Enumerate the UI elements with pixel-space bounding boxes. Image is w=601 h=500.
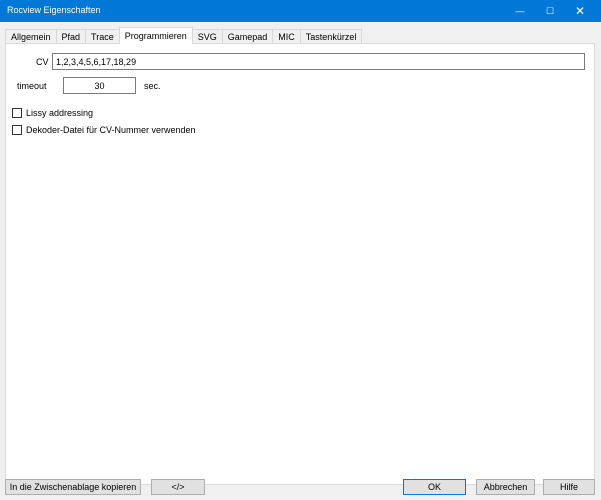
tab-bar: Allgemein Pfad Trace Programmieren SVG G… [5, 27, 363, 44]
tab-panel-programmieren: CV timeout sec. Lissy addressing Dekoder… [5, 43, 595, 485]
ok-button[interactable]: OK [403, 479, 466, 495]
cv-label: CV [36, 57, 49, 67]
timeout-input[interactable] [63, 77, 136, 94]
code-button[interactable]: </> [151, 479, 205, 495]
tab-tastenkuerzel[interactable]: Tastenkürzel [299, 29, 363, 44]
copy-to-clipboard-button[interactable]: In die Zwischenablage kopieren [5, 479, 141, 495]
tab-pfad[interactable]: Pfad [55, 29, 87, 44]
tab-svg[interactable]: SVG [191, 29, 223, 44]
cv-input[interactable] [52, 53, 585, 70]
tab-gamepad[interactable]: Gamepad [221, 29, 274, 44]
lissy-checkbox[interactable] [12, 108, 22, 118]
minimize-button[interactable]: — [505, 0, 535, 22]
dekoder-label[interactable]: Dekoder-Datei für CV-Nummer verwenden [26, 125, 196, 135]
cancel-button[interactable]: Abbrechen [476, 479, 535, 495]
window-title: Rocview Eigenschaften [7, 5, 101, 15]
timeout-unit: sec. [144, 81, 161, 91]
lissy-label[interactable]: Lissy addressing [26, 108, 93, 118]
tab-programmieren[interactable]: Programmieren [118, 27, 193, 44]
close-icon: ✕ [574, 4, 586, 18]
help-button[interactable]: Hilfe [543, 479, 595, 495]
title-bar[interactable]: Rocview Eigenschaften — ☐ ✕ [0, 0, 601, 22]
timeout-label: timeout [17, 81, 47, 91]
minimize-icon: — [515, 6, 525, 16]
tab-trace[interactable]: Trace [85, 29, 120, 44]
tab-mic[interactable]: MIC [272, 29, 301, 44]
tab-allgemein[interactable]: Allgemein [5, 29, 57, 44]
close-button[interactable]: ✕ [565, 0, 595, 22]
maximize-icon: ☐ [545, 5, 555, 16]
maximize-button[interactable]: ☐ [535, 0, 565, 22]
dekoder-checkbox[interactable] [12, 125, 22, 135]
dialog-body: Allgemein Pfad Trace Programmieren SVG G… [0, 22, 601, 500]
